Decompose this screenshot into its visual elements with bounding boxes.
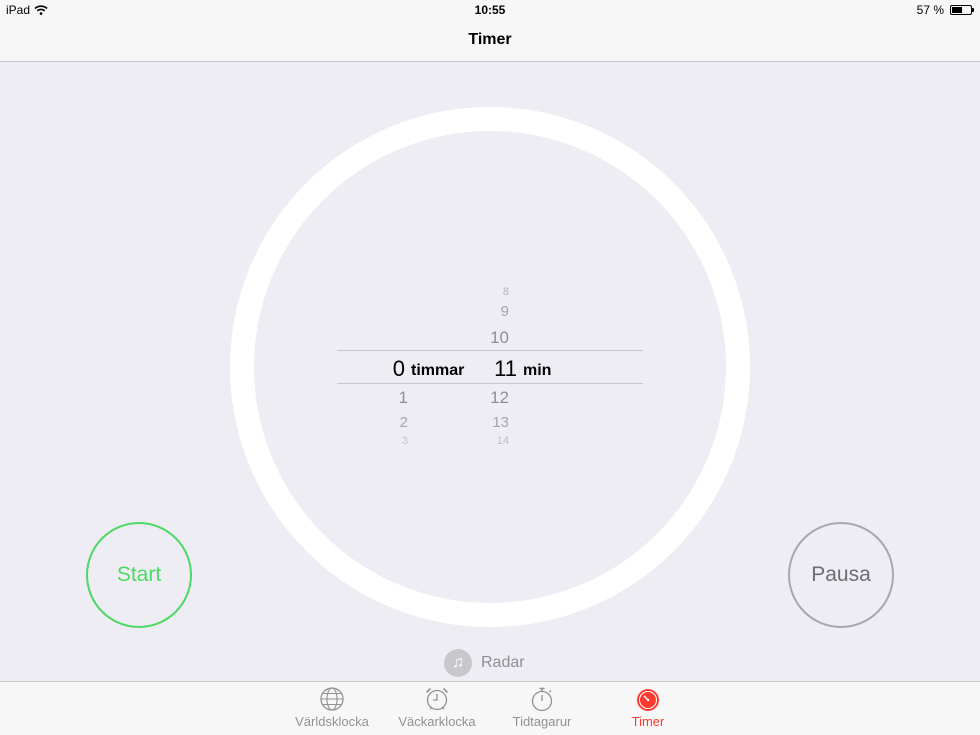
minutes-option[interactable]: 10 [437,328,509,348]
picker-selection-bottom-line [337,383,643,384]
battery-fill [952,7,963,13]
minutes-option[interactable]: 13 [437,414,509,431]
sound-label: Radar [481,654,525,671]
minutes-option[interactable]: 9 [437,303,509,320]
battery-percent: 57 % [916,3,944,17]
status-time: 10:55 [474,3,506,17]
status-right: 57 % [916,3,974,17]
navigation-bar: Timer [0,20,980,62]
pause-button[interactable]: Pausa [788,522,894,628]
stopwatch-icon [531,687,553,712]
hours-unit-label: timmar [411,362,465,379]
start-button[interactable]: Start [86,522,192,628]
music-note-icon: ♫ [444,649,472,677]
start-button-label: Start [116,563,162,586]
battery-icon [950,5,974,15]
hours-option[interactable]: 3 [337,435,408,447]
minutes-option[interactable]: 8 [437,286,509,298]
tab-timer[interactable]: Timer [593,686,703,729]
minutes-option[interactable]: 14 [437,435,509,447]
tab-label: Timer [631,714,665,729]
alarm-clock-icon [425,687,449,711]
duration-picker[interactable]: 0 timmar 1 2 3 8 9 10 11 min 12 13 14 [337,282,643,452]
tab-label: Väckarklocka [398,714,476,729]
tab-bar: Världsklocka Väckarklocka Tidtagarur Tim… [0,681,980,735]
globe-icon [320,687,344,711]
tab-alarm[interactable]: Väckarklocka [382,686,492,729]
minutes-unit-label: min [523,362,552,379]
hours-option[interactable]: 2 [337,414,408,431]
page-title: Timer [468,31,512,48]
hours-option[interactable]: 1 [337,388,408,408]
sound-selector[interactable]: ♫ Radar [444,649,525,677]
hours-selected-value: 0 [392,356,405,381]
status-bar: iPad 10:55 57 % [0,0,980,20]
timer-icon [637,689,659,711]
tab-label: Världsklocka [295,714,369,729]
minutes-selected-value: 11 [494,356,517,381]
tab-world-clock[interactable]: Världsklocka [277,686,387,729]
picker-selection-top-line [337,350,643,351]
tab-stopwatch[interactable]: Tidtagarur [487,686,597,729]
tab-label: Tidtagarur [512,714,572,729]
pause-button-label: Pausa [811,563,871,586]
minutes-option[interactable]: 12 [437,388,509,408]
